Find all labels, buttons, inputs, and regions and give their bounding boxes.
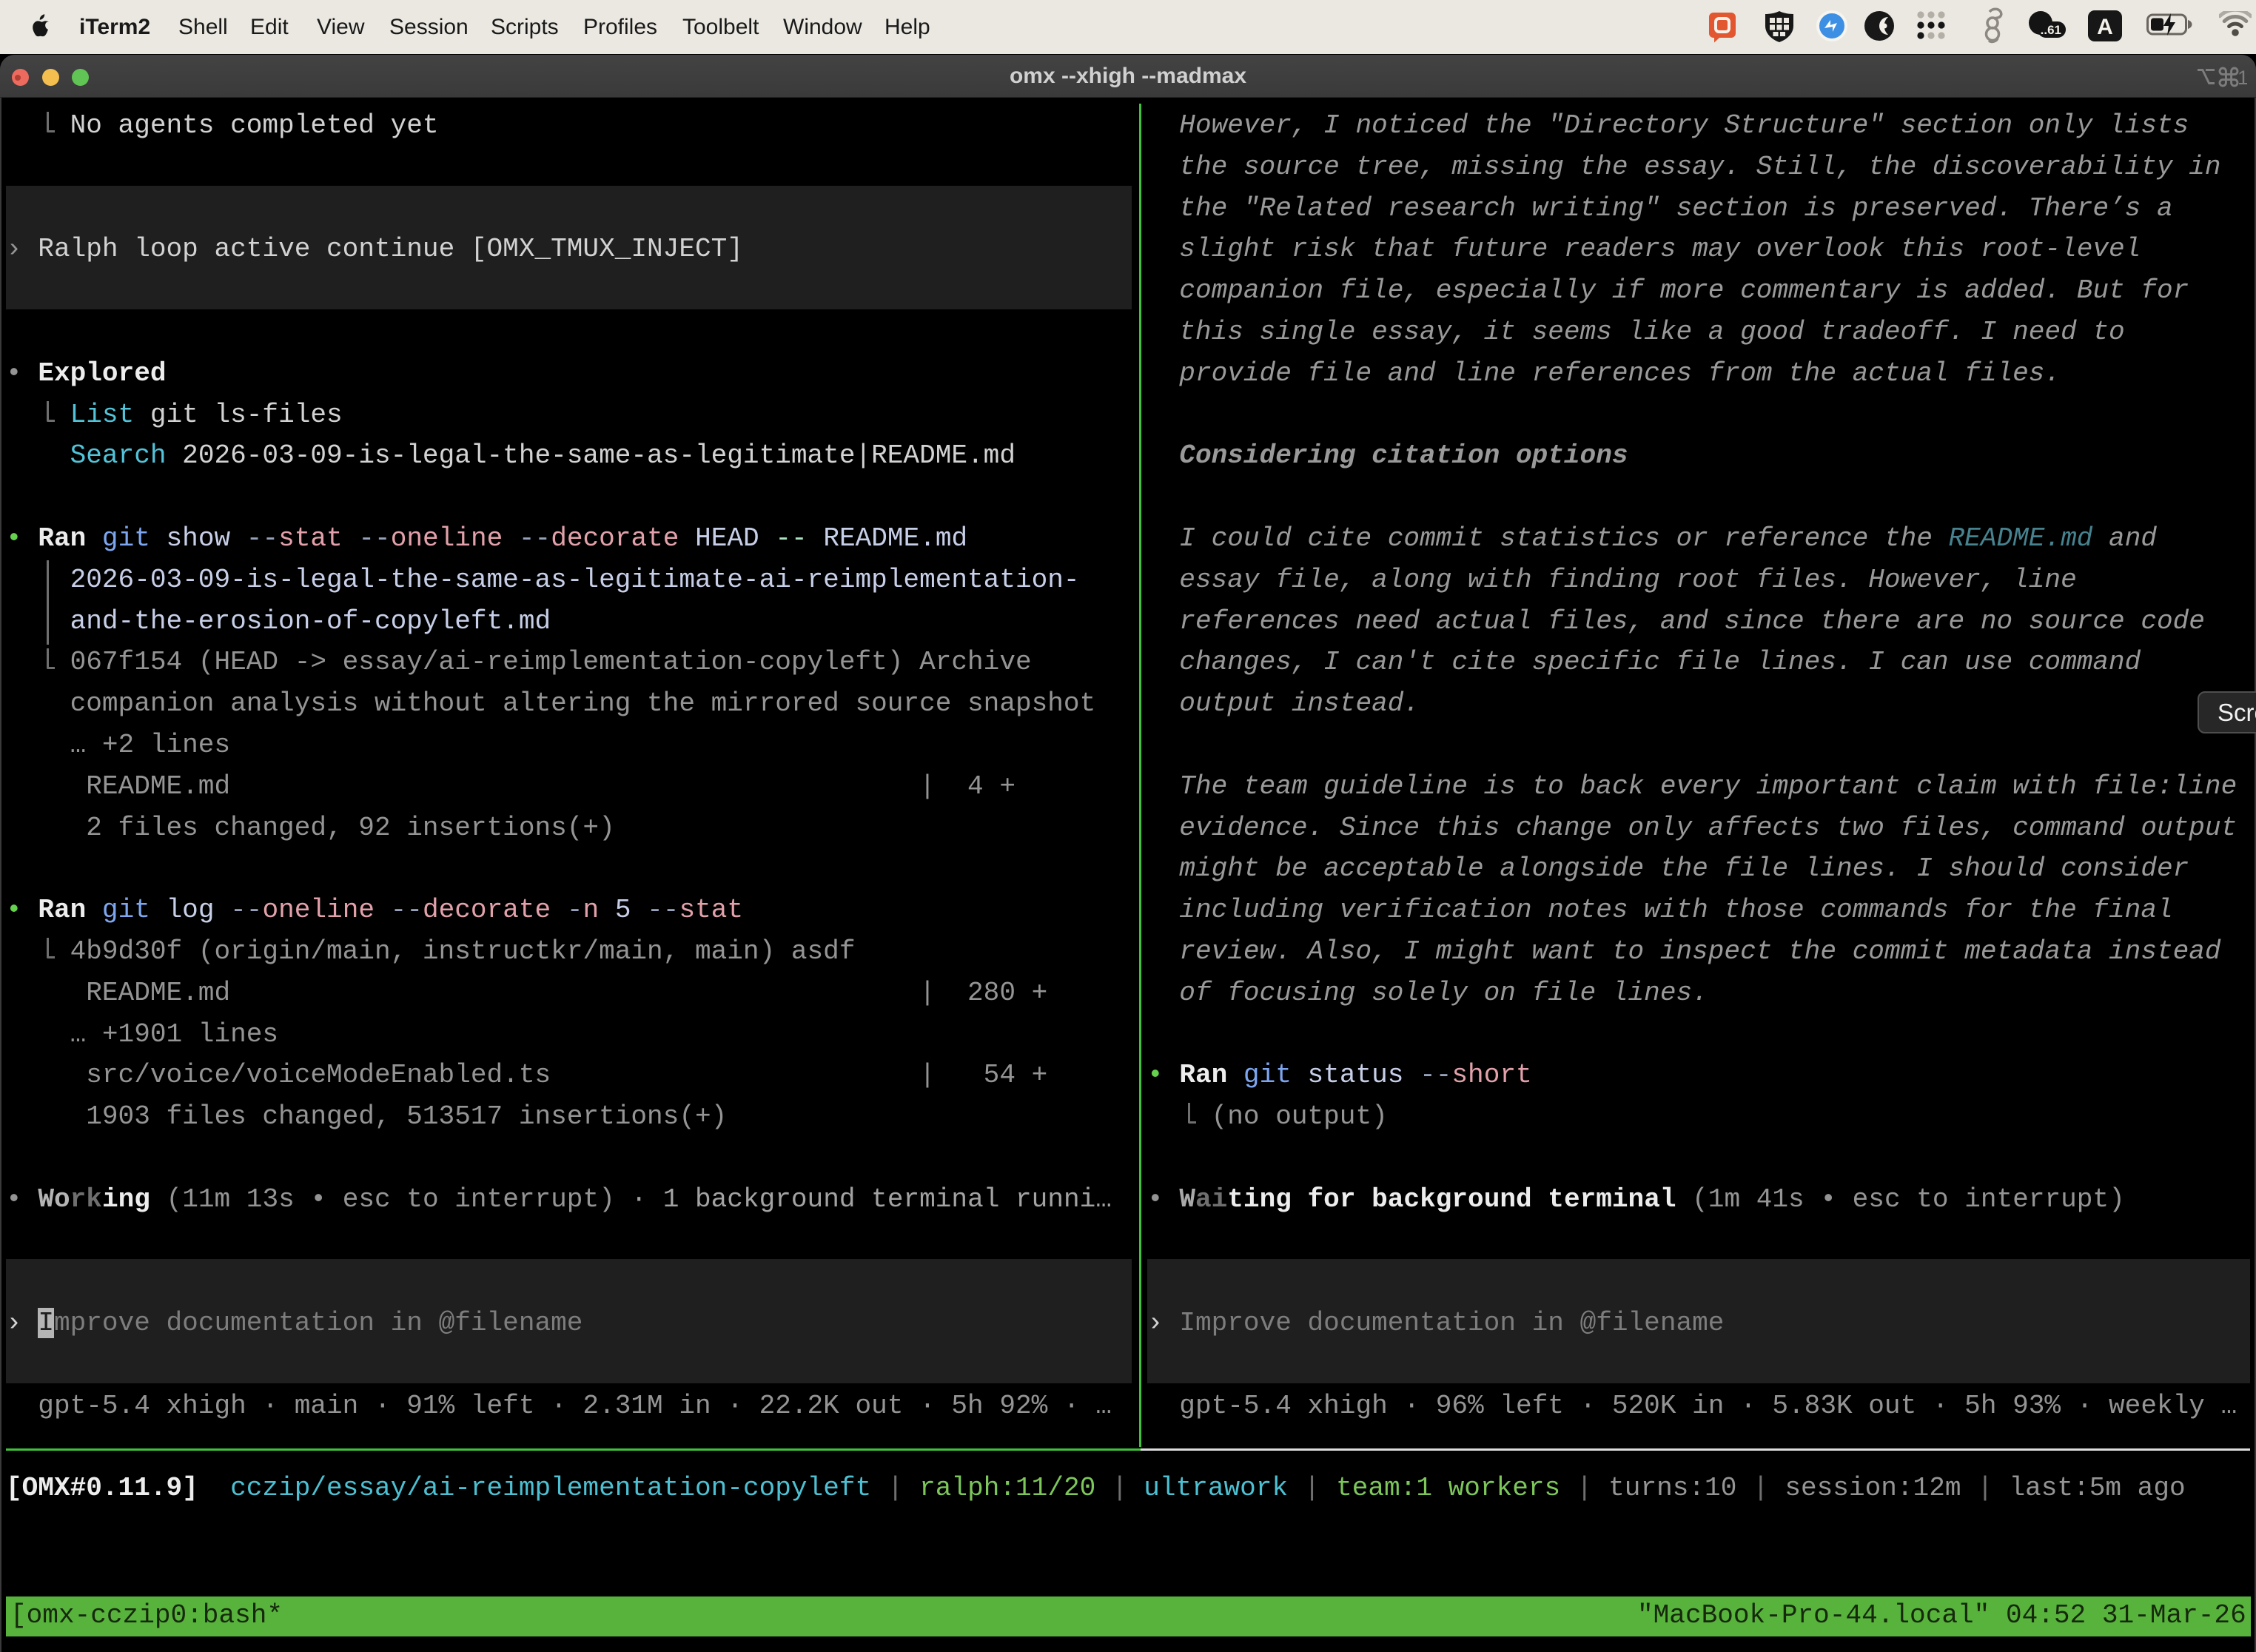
- svg-text:..61: ..61: [2041, 23, 2061, 37]
- svg-text:A: A: [2097, 15, 2113, 39]
